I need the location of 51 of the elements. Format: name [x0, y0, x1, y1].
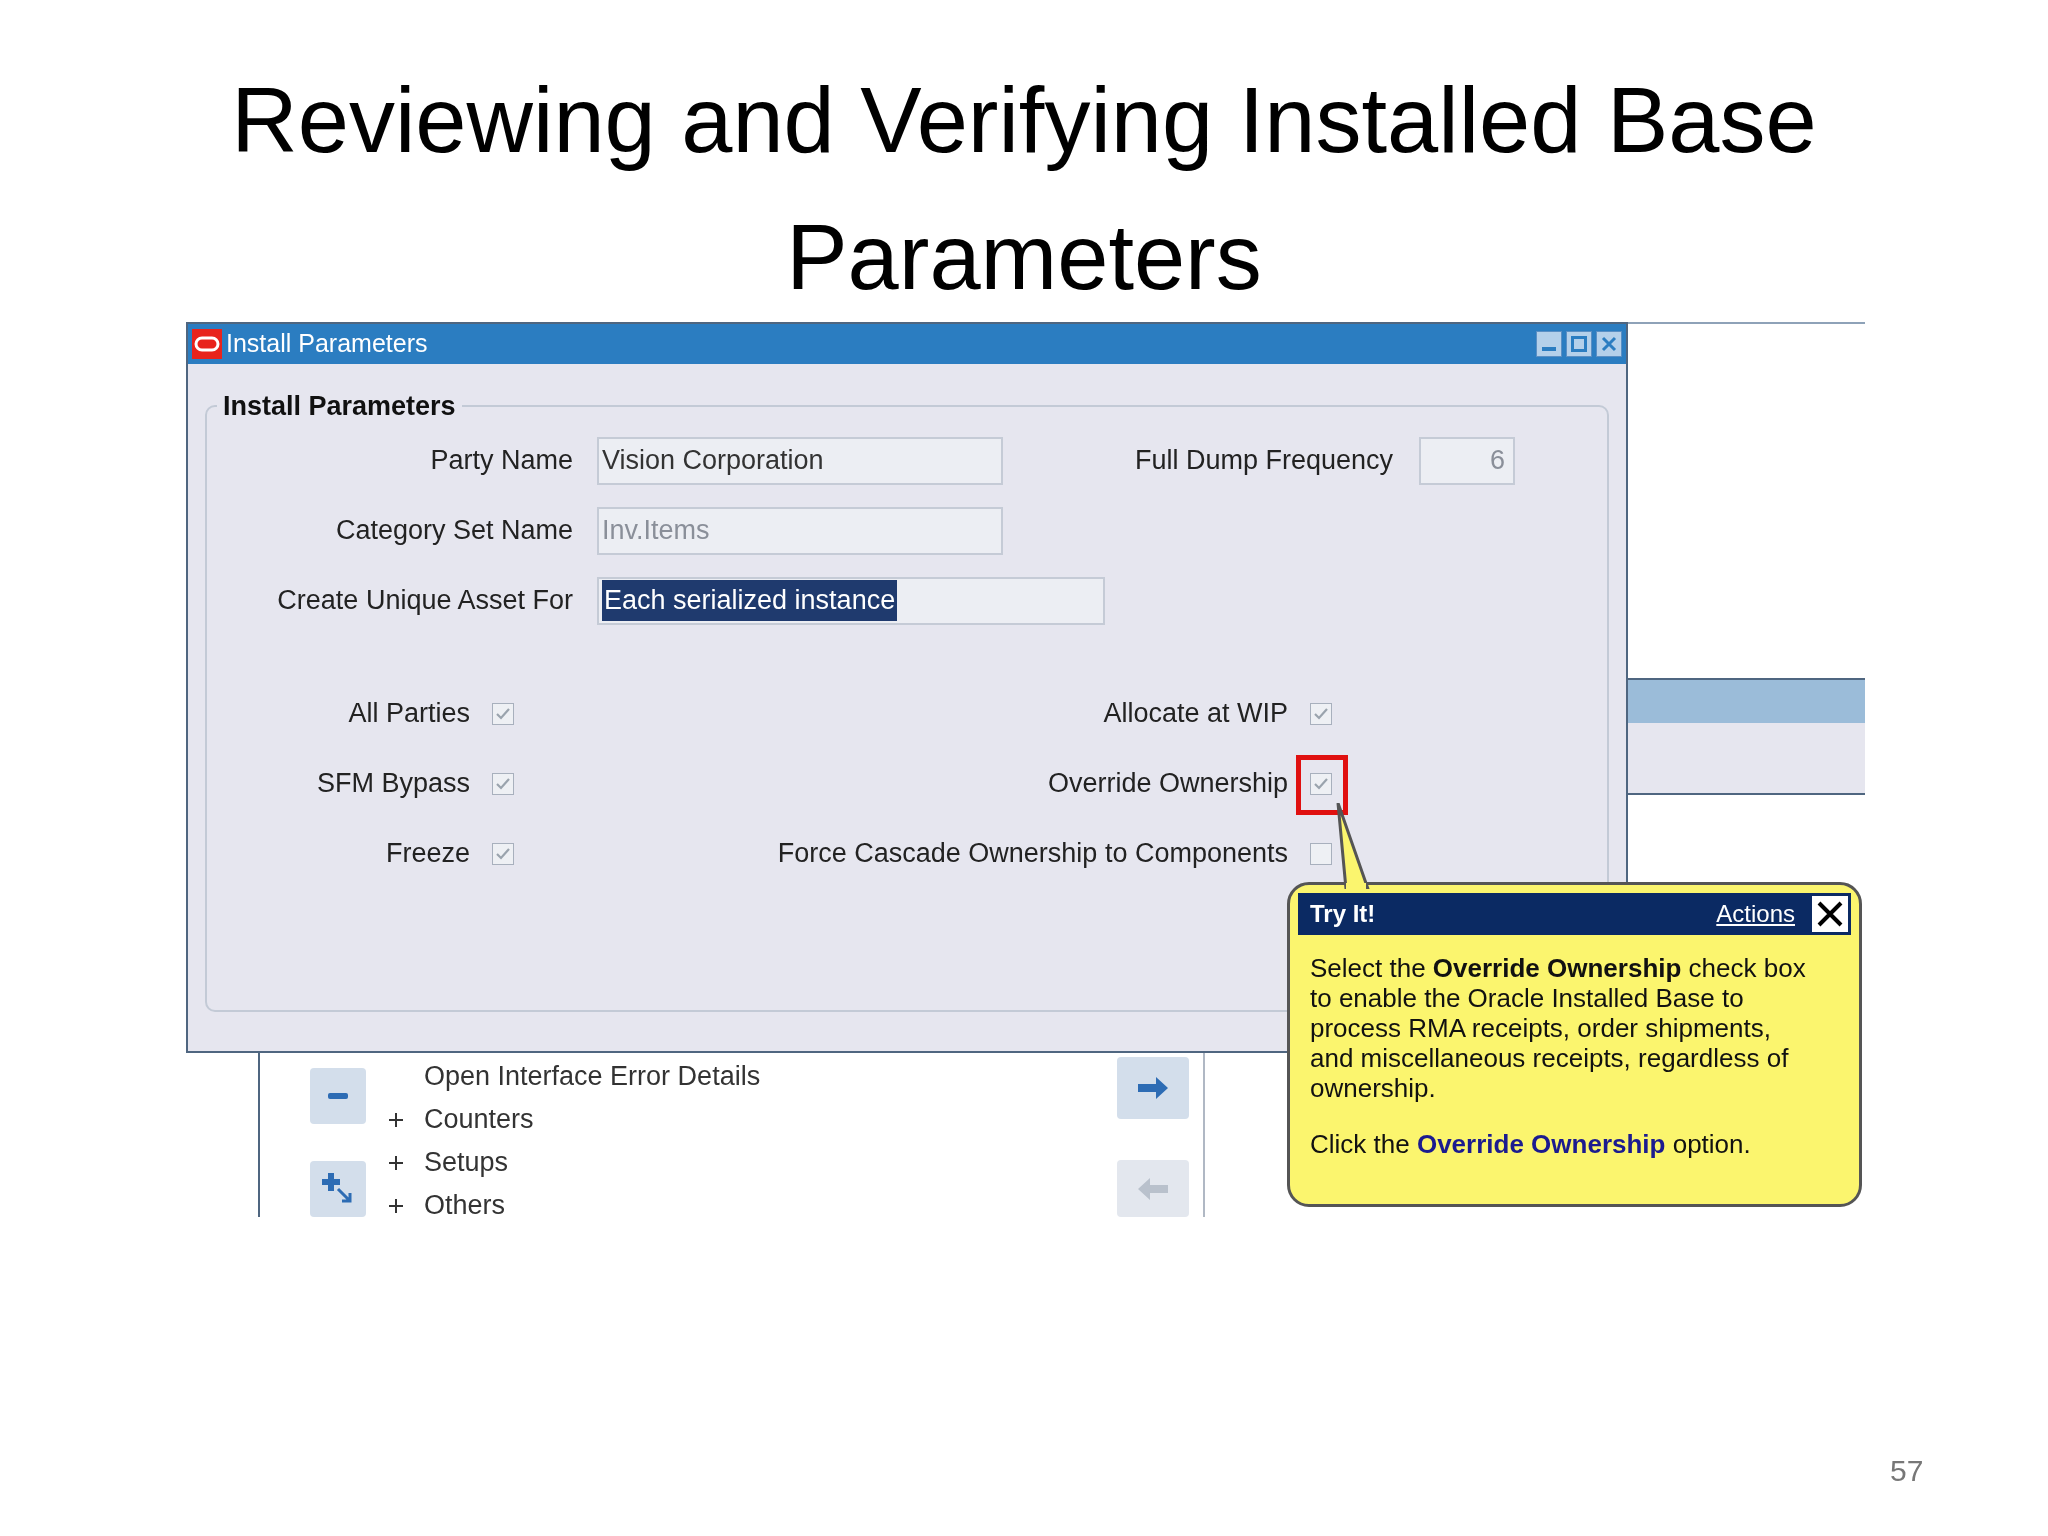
tooltip-text: Select the Override Ownership check box to enable the Oracle Installed Base to process RMA receipts, order shipments, and miscellaneous receipts, regardless of ownership. — [1310, 953, 1807, 1103]
checkbox-label: SFM Bypass — [315, 767, 470, 801]
tooltip-instruction: Click the Override Ownership option. — [1309, 1129, 1752, 1159]
minus-icon — [327, 1091, 349, 1101]
close-button[interactable] — [1809, 893, 1851, 935]
checkbox-label: Allocate at WIP — [1102, 697, 1288, 731]
tree-item[interactable]: Counters — [424, 1099, 534, 1140]
field-label: Category Set Name — [334, 514, 573, 548]
plus-icon[interactable] — [388, 1154, 404, 1171]
checkbox[interactable] — [1310, 702, 1332, 725]
checkbox-label: Freeze — [384, 837, 470, 871]
app-logo-icon — [192, 329, 222, 359]
checkbox-label: Force Cascade Ownership to Components — [776, 837, 1288, 871]
slide-title: Reviewing and Verifying Installed Base Parameters — [230, 68, 1818, 310]
group-title: Install Parameters — [222, 390, 457, 423]
checkbox[interactable] — [1310, 842, 1332, 865]
field-value: Each serialized instance — [602, 580, 898, 621]
collapse-button[interactable] — [310, 1068, 366, 1124]
close-icon — [1816, 900, 1844, 928]
tooltip-title: Try It! — [1310, 899, 1377, 929]
expand-all-button[interactable] — [310, 1161, 366, 1217]
close-icon — [1600, 335, 1618, 353]
right-arrow-icon — [1136, 1075, 1170, 1101]
tree-item[interactable]: Open Interface Error Details — [424, 1056, 761, 1097]
move-left-button[interactable] — [1117, 1160, 1189, 1217]
move-right-button[interactable] — [1117, 1057, 1189, 1119]
checkbox[interactable] — [492, 772, 514, 795]
maximize-icon — [1570, 335, 1588, 353]
field-label: Full Dump Frequency — [1133, 444, 1393, 478]
window-title: Install Parameters — [226, 328, 429, 360]
field-value: Inv.Items — [602, 514, 710, 548]
checkbox[interactable] — [492, 702, 514, 725]
checkbox-label: All Parties — [347, 697, 470, 731]
maximize-button[interactable] — [1566, 331, 1592, 357]
minimize-button[interactable] — [1536, 331, 1562, 357]
text-field[interactable]: Each serialized instance — [597, 576, 1105, 625]
plus-icon[interactable] — [388, 1111, 404, 1128]
tree-item[interactable]: Setups — [424, 1142, 509, 1183]
field-label: Party Name — [429, 444, 573, 478]
text-field[interactable]: Vision Corporation — [597, 436, 1003, 485]
page-number: 57 — [1890, 1453, 1924, 1489]
checkbox-label: Override Ownership — [1046, 767, 1288, 801]
field-label: Create Unique Asset For — [276, 584, 573, 618]
actions-link[interactable]: Actions — [1716, 896, 1795, 932]
checkbox[interactable] — [492, 842, 514, 865]
field-value: Vision Corporation — [602, 444, 824, 478]
tree-item[interactable]: Others — [424, 1185, 506, 1226]
left-arrow-icon — [1136, 1175, 1170, 1202]
checkbox[interactable] — [1310, 772, 1332, 795]
plus-icon[interactable] — [388, 1197, 404, 1214]
minimize-icon — [1542, 347, 1556, 351]
